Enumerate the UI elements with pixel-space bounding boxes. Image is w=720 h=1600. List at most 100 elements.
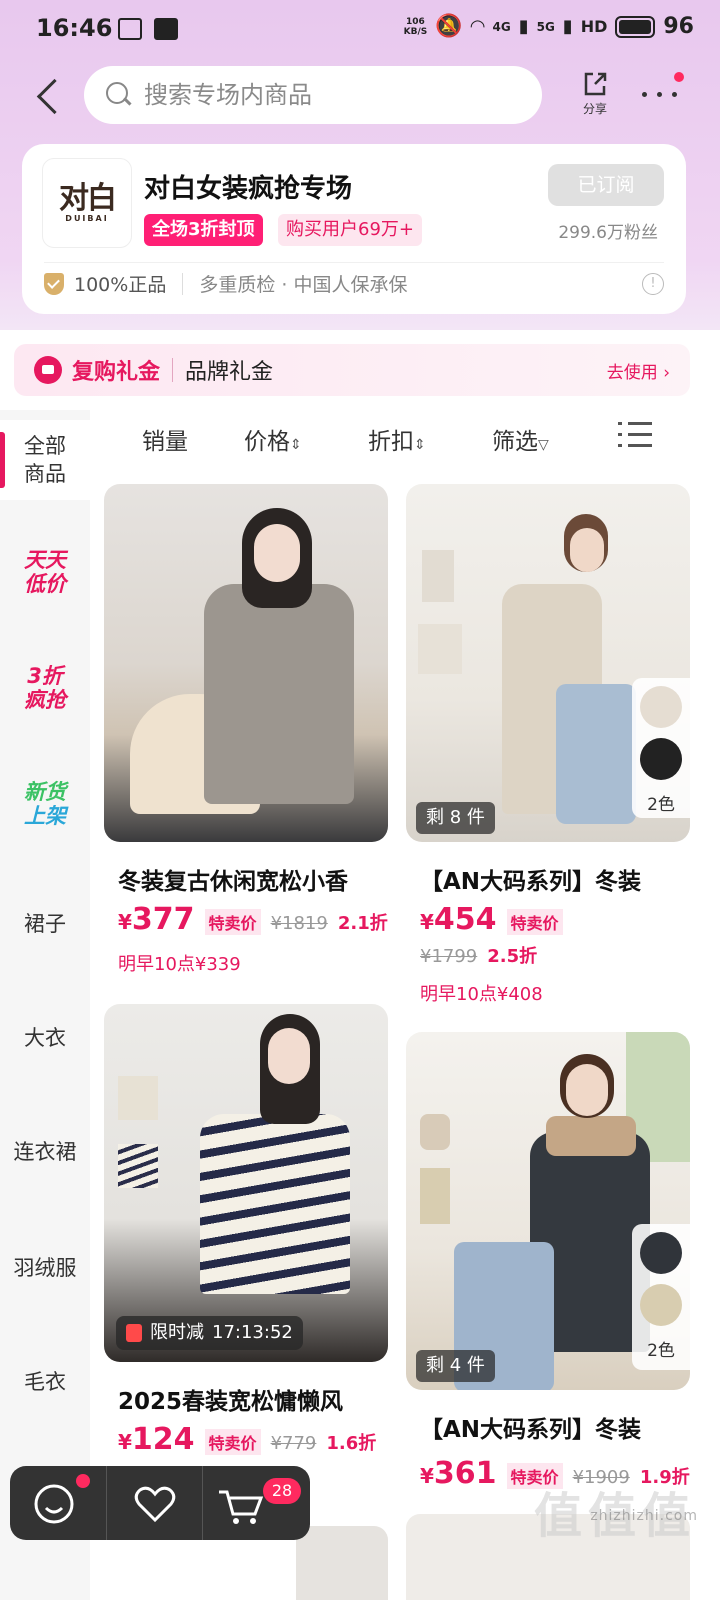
- sale-tag: 全场3折封顶: [144, 214, 263, 246]
- coupon-subtitle: 品牌礼金: [185, 360, 274, 385]
- assurance-row[interactable]: 100%正品 多重质检 · 中国人保承保 !: [44, 262, 664, 304]
- list-view-icon[interactable]: [618, 420, 652, 450]
- coupon-banner[interactable]: 复购礼金 品牌礼金 去使用 ›: [14, 344, 690, 396]
- sweater-shape: [200, 1114, 350, 1294]
- price: 361: [433, 1456, 497, 1491]
- sidebar-item-coats[interactable]: 大衣: [0, 1022, 90, 1052]
- smile-icon: [34, 1484, 74, 1524]
- color-count: 2色: [647, 795, 675, 815]
- face-shape: [570, 528, 604, 572]
- product-title[interactable]: 【AN大码系列】冬装: [420, 862, 641, 896]
- product-title[interactable]: 2025春装宽松慵懒风: [118, 1382, 343, 1416]
- ticket-icon: [34, 356, 62, 384]
- price: 377: [131, 902, 195, 937]
- gift-icon: [126, 1324, 142, 1342]
- sidebar-item-30pct[interactable]: 3折 疯抢: [0, 664, 90, 712]
- product-card[interactable]: 剩 8 件 2色 【AN大码系列】冬装 ¥454 特卖价 ¥1799 2.5折 …: [406, 484, 690, 1014]
- back-button[interactable]: [30, 74, 70, 118]
- face-shape: [566, 1064, 608, 1116]
- flash-sale-countdown: 限时减 17:13:52: [116, 1316, 303, 1350]
- coupon-use-link[interactable]: 去使用 ›: [607, 358, 670, 383]
- face-shape: [268, 1028, 310, 1084]
- shop-card: 对白 DUIBAI 对白女装疯抢专场 全场3折封顶 购买用户69万+ 已订阅 2…: [22, 144, 686, 314]
- service-button[interactable]: [10, 1466, 106, 1540]
- more-button[interactable]: [636, 72, 684, 110]
- share-button[interactable]: 分享: [572, 70, 618, 117]
- jeans-shape: [556, 684, 636, 824]
- inset-image: [118, 1144, 158, 1188]
- genuine-label: 100%正品: [74, 274, 167, 296]
- sidebar-item-down[interactable]: 羽绒服: [0, 1252, 90, 1282]
- notification-dot: [674, 72, 684, 82]
- product-card[interactable]: 限时减 17:13:52 2025春装宽松慵懒风 ¥124 特卖价 ¥779 1…: [104, 1004, 388, 1464]
- original-price: ¥1799: [420, 946, 478, 967]
- swatch-navy: [640, 1232, 682, 1274]
- price-row: ¥454 特卖价: [420, 902, 563, 937]
- product-image[interactable]: [104, 484, 388, 842]
- color-swatches[interactable]: 2色: [632, 678, 690, 818]
- app-icon: [154, 18, 178, 40]
- search-box[interactable]: [84, 66, 542, 124]
- mute-bell-icon: 🔕: [435, 14, 463, 39]
- watermark-domain: zhizhizhi.com: [590, 1508, 698, 1524]
- battery-level: 96: [663, 14, 694, 39]
- price-row-2: ¥1799 2.5折: [420, 942, 537, 968]
- countdown-time: 17:13:52: [212, 1322, 293, 1343]
- sidebar-item-sweaters[interactable]: 毛衣: [0, 1366, 90, 1396]
- face-shape: [254, 524, 300, 582]
- shop-name[interactable]: 对白女装疯抢专场: [144, 168, 352, 205]
- stock-badge: 剩 8 件: [416, 802, 495, 834]
- product-card[interactable]: 剩 4 件 2色 【AN大码系列】冬装 ¥361 特卖价 ¥1909 1.9折: [406, 1032, 690, 1502]
- sort-discount[interactable]: 折扣⇕: [368, 422, 426, 456]
- inset-image: [422, 550, 454, 602]
- search-input[interactable]: [144, 81, 504, 109]
- sort-sales[interactable]: 销量: [142, 422, 188, 456]
- battery-icon: [615, 15, 656, 38]
- inset-image: [420, 1114, 450, 1150]
- inset-image: [118, 1076, 158, 1120]
- swatch-black: [640, 738, 682, 780]
- sort-caret-icon: ⇕: [414, 437, 426, 453]
- tomorrow-price: 明早10点¥408: [420, 984, 543, 1005]
- category-sidebar: 全部 商品 天天 低价 3折 疯抢 新货 上架 裙子 大衣 连衣裙 羽绒服 毛衣: [0, 410, 90, 1600]
- special-tag: 特卖价: [204, 1429, 261, 1455]
- color-swatches[interactable]: 2色: [632, 1224, 690, 1370]
- sidebar-item-all[interactable]: 全部 商品: [0, 420, 90, 500]
- sidebar-item-dresses[interactable]: 连衣裙: [0, 1136, 90, 1166]
- subscribe-button[interactable]: 已订阅: [548, 164, 664, 206]
- signal-bars-icon: ▮: [518, 16, 529, 37]
- shop-logo[interactable]: 对白 DUIBAI: [42, 158, 132, 248]
- message-icon: [118, 18, 142, 40]
- buyers-tag: 购买用户69万+: [278, 214, 422, 246]
- collar-shape: [546, 1116, 636, 1156]
- sidebar-item-skirts[interactable]: 裙子: [0, 908, 90, 938]
- sidebar-item-daily-low[interactable]: 天天 低价: [0, 548, 90, 596]
- inset-image: [418, 624, 462, 674]
- sidebar-item-new[interactable]: 新货 上架: [0, 780, 90, 828]
- product-title[interactable]: 【AN大码系列】冬装: [420, 1410, 641, 1444]
- info-icon[interactable]: !: [642, 272, 664, 295]
- tomorrow-price: 明早10点¥339: [118, 954, 241, 975]
- cart-button[interactable]: 28: [202, 1466, 310, 1540]
- signal-bars-icon-2: ▮: [562, 16, 573, 37]
- signal-4g: 4G: [492, 19, 511, 34]
- product-card[interactable]: 冬装复古休闲宽松小香 ¥377 特卖价 ¥1819 2.1折 明早10点¥339: [104, 484, 388, 984]
- swatch-beige: [640, 686, 682, 728]
- sort-bar: 销量 价格⇕ 折扣⇕ 筛选▽: [104, 412, 704, 464]
- discount: 2.1折: [337, 913, 388, 934]
- product-title[interactable]: 冬装复古休闲宽松小香: [118, 862, 348, 896]
- product-image[interactable]: [104, 1004, 388, 1362]
- inset-image: [420, 1168, 450, 1224]
- assurance-extra: 多重质检 · 中国人保承保: [199, 274, 408, 296]
- favorite-button[interactable]: [106, 1466, 202, 1540]
- sort-filter[interactable]: 筛选▽: [492, 422, 549, 456]
- price-row: ¥377 特卖价 ¥1819 2.1折: [118, 902, 388, 937]
- shield-icon: [44, 272, 64, 295]
- sort-price[interactable]: 价格⇕: [244, 422, 302, 456]
- search-icon: [106, 82, 132, 108]
- special-tag: 特卖价: [506, 909, 563, 935]
- floating-action-bar: 28: [10, 1466, 310, 1540]
- sort-caret-icon: ⇕: [290, 437, 302, 453]
- original-price: ¥779: [270, 1433, 317, 1454]
- price-row: ¥124 特卖价 ¥779 1.6折: [118, 1422, 377, 1457]
